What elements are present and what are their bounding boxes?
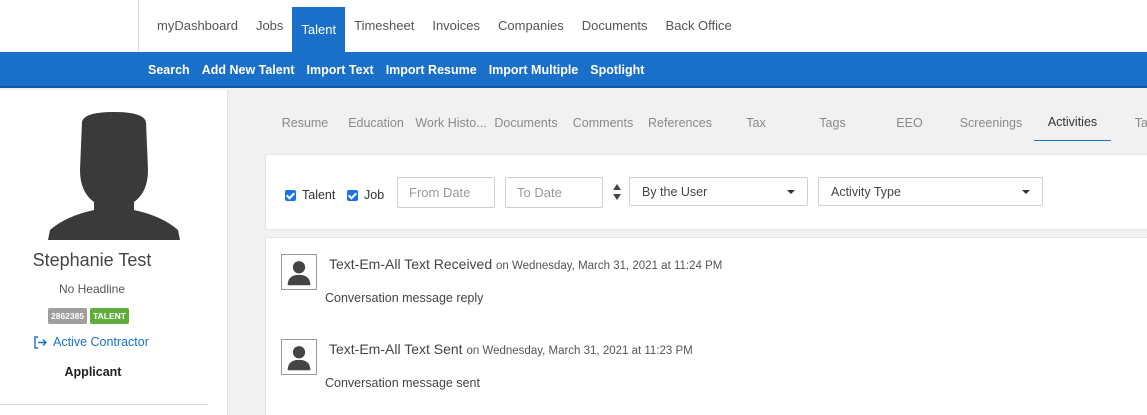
main-nav: myDashboard Jobs Talent Timesheet Invoic… — [148, 0, 741, 52]
talent-sub-nav: Search Add New Talent Import Text Import… — [142, 52, 650, 88]
talent-checkbox[interactable] — [285, 189, 296, 201]
talent-headline: No Headline — [58, 282, 126, 296]
talent-checkbox-label: Talent — [302, 188, 336, 202]
talent-type-badge: TALENT — [90, 308, 129, 324]
chevron-down-icon — [787, 189, 795, 194]
activity-filter-card: Talent Job From Date To Date By the User… — [265, 154, 1147, 230]
tab-screenings[interactable]: Screenings — [948, 104, 1034, 141]
tab-tags[interactable]: Tags — [794, 104, 871, 141]
nav-talent[interactable]: Talent — [292, 7, 346, 52]
activity-title-text: Text-Em-All Text Sent — [329, 341, 463, 357]
tab-activities[interactable]: Activities — [1034, 104, 1111, 141]
nav-divider — [138, 0, 139, 52]
user-avatar-icon — [281, 339, 317, 375]
subnav-spotlight[interactable]: Spotlight — [584, 63, 650, 77]
activity-type-select[interactable]: Activity Type — [818, 177, 1043, 206]
job-checkbox[interactable] — [347, 189, 358, 201]
tab-resume[interactable]: Resume — [272, 104, 338, 141]
tab-tax[interactable]: Tax — [718, 104, 794, 141]
sub-navbar: Search Add New Talent Import Text Import… — [0, 52, 1147, 88]
nav-invoices[interactable]: Invoices — [423, 0, 489, 50]
nav-back-office[interactable]: Back Office — [657, 0, 741, 50]
chevron-down-icon — [1022, 189, 1030, 194]
status-link[interactable]: Active Contractor — [33, 335, 149, 349]
badge-group: 2862385 TALENT — [48, 308, 129, 324]
activity-message: Conversation message reply — [325, 291, 484, 305]
sign-in-arrow-icon — [34, 335, 47, 349]
activity-timestamp: on Wednesday, March 31, 2021 at 11:23 PM — [466, 345, 693, 357]
activity-timestamp: on Wednesday, March 31, 2021 at 11:24 PM — [496, 260, 723, 272]
profile-tabs: Resume Education Work Histo... Documents… — [272, 104, 1147, 141]
subnav-import-multiple[interactable]: Import Multiple — [483, 63, 585, 77]
tab-education[interactable]: Education — [338, 104, 414, 141]
user-filter-value: By the User — [642, 184, 708, 199]
profile-panel: Stephanie Test No Headline 2862385 TALEN… — [0, 90, 228, 415]
job-filter[interactable]: Job — [347, 188, 384, 202]
talent-id-badge: 2862385 — [48, 308, 88, 324]
tab-ta[interactable]: Ta — [1111, 104, 1147, 141]
nav-jobs[interactable]: Jobs — [247, 0, 292, 50]
profile-divider — [0, 404, 208, 405]
nav-timesheet[interactable]: Timesheet — [345, 0, 423, 50]
user-filter-select[interactable]: By the User — [629, 177, 808, 206]
top-navbar: myDashboard Jobs Talent Timesheet Invoic… — [0, 0, 1147, 52]
tab-documents[interactable]: Documents — [488, 104, 564, 141]
status-label: Active Contractor — [53, 335, 149, 349]
to-date-input[interactable]: To Date — [505, 177, 603, 208]
tab-comments[interactable]: Comments — [564, 104, 642, 141]
subnav-search[interactable]: Search — [142, 63, 196, 77]
activity-feed: Text-Em-All Text Received on Wednesday, … — [265, 237, 1147, 415]
tab-work-history[interactable]: Work Histo... — [414, 104, 488, 141]
activity-type-value: Activity Type — [831, 184, 901, 199]
nav-documents[interactable]: Documents — [573, 0, 657, 50]
talent-role: Applicant — [64, 365, 122, 379]
talent-filter[interactable]: Talent — [285, 188, 335, 202]
nav-mydashboard[interactable]: myDashboard — [148, 0, 247, 50]
talent-name: Stephanie Test — [32, 250, 152, 270]
activity-title-text: Text-Em-All Text Received — [329, 256, 493, 272]
tab-eeo[interactable]: EEO — [871, 104, 948, 141]
job-checkbox-label: Job — [364, 188, 385, 202]
nav-companies[interactable]: Companies — [489, 0, 573, 50]
user-avatar-icon — [281, 254, 317, 290]
subnav-add-new-talent[interactable]: Add New Talent — [196, 63, 301, 77]
activity-title: Text-Em-All Text Received on Wednesday, … — [329, 256, 722, 272]
subnav-import-text[interactable]: Import Text — [301, 63, 380, 77]
activity-message: Conversation message sent — [325, 376, 480, 390]
sort-toggle-icon[interactable] — [612, 183, 622, 201]
avatar-silhouette-icon — [48, 112, 180, 240]
activity-title: Text-Em-All Text Sent on Wednesday, Marc… — [329, 341, 693, 357]
from-date-input[interactable]: From Date — [397, 177, 495, 208]
tab-references[interactable]: References — [642, 104, 718, 141]
subnav-import-resume[interactable]: Import Resume — [380, 63, 483, 77]
